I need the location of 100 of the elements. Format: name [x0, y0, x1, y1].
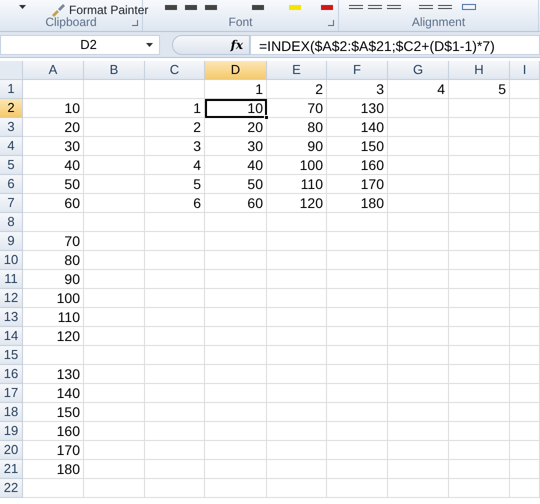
row-header[interactable]: 14	[0, 327, 23, 346]
active-cell[interactable]: 10	[205, 99, 267, 118]
table-cell	[449, 422, 510, 441]
column-header[interactable]: F	[327, 61, 388, 80]
table-cell	[327, 384, 388, 403]
row-header[interactable]: 13	[0, 308, 23, 327]
fill-handle[interactable]	[264, 115, 269, 120]
row-header[interactable]: 22	[0, 479, 23, 498]
row-header[interactable]: 9	[0, 232, 23, 251]
table-cell	[84, 327, 145, 346]
table-cell: 30	[23, 137, 84, 156]
table-cell	[388, 422, 449, 441]
table-cell	[84, 194, 145, 213]
row-header[interactable]: 15	[0, 346, 23, 365]
table-cell	[449, 99, 510, 118]
row-header[interactable]: 16	[0, 365, 23, 384]
table-cell: 30	[205, 137, 267, 156]
table-cell	[145, 251, 205, 270]
table-cell	[267, 346, 327, 365]
table-cell	[449, 346, 510, 365]
launcher-icon[interactable]	[132, 20, 138, 26]
row-header[interactable]: 2	[0, 99, 23, 118]
table-cell	[388, 289, 449, 308]
table-cell	[327, 365, 388, 384]
table-cell	[449, 460, 510, 479]
table-cell	[205, 327, 267, 346]
row-header[interactable]: 4	[0, 137, 23, 156]
table-cell	[449, 213, 510, 232]
row-header[interactable]: 5	[0, 156, 23, 175]
table-cell: 20	[205, 118, 267, 137]
row-header[interactable]: 11	[0, 270, 23, 289]
row-header[interactable]: 3	[0, 118, 23, 137]
table-cell	[267, 365, 327, 384]
table-cell	[388, 194, 449, 213]
table-cell	[84, 137, 145, 156]
column-header[interactable]: E	[267, 61, 327, 80]
column-header[interactable]: G	[388, 61, 449, 80]
row-header[interactable]: 17	[0, 384, 23, 403]
table-cell: 180	[23, 460, 84, 479]
table-cell	[145, 270, 205, 289]
row-header[interactable]: 8	[0, 213, 23, 232]
launcher-icon[interactable]	[328, 20, 334, 26]
table-cell	[84, 289, 145, 308]
column-header[interactable]: A	[23, 61, 84, 80]
table-cell	[388, 232, 449, 251]
table-cell	[205, 479, 267, 498]
name-box[interactable]: D2	[0, 34, 160, 54]
table-cell	[327, 213, 388, 232]
table-cell	[84, 441, 145, 460]
table-cell: 100	[267, 156, 327, 175]
table-cell	[388, 213, 449, 232]
formula-field[interactable]: =INDEX($A$2:$A$21;$C2+(D$1-1)*7)	[250, 34, 540, 54]
table-cell	[145, 460, 205, 479]
column-header[interactable]: I	[510, 61, 540, 80]
align-center-icon[interactable]	[368, 5, 382, 9]
row-header[interactable]: 6	[0, 175, 23, 194]
table-cell	[449, 156, 510, 175]
table-cell: 50	[23, 175, 84, 194]
table-cell: 70	[267, 99, 327, 118]
table-cell: 4	[145, 156, 205, 175]
row-header[interactable]: 1	[0, 80, 23, 99]
table-cell: 80	[267, 118, 327, 137]
table-cell	[510, 156, 540, 175]
table-cell	[267, 308, 327, 327]
table-cell	[205, 460, 267, 479]
table-cell	[388, 118, 449, 137]
table-cell: 6	[145, 194, 205, 213]
row-header[interactable]: 12	[0, 289, 23, 308]
table-cell	[84, 118, 145, 137]
table-cell	[327, 346, 388, 365]
table-cell: 110	[23, 308, 84, 327]
column-header[interactable]: B	[84, 61, 145, 80]
row-header[interactable]: 18	[0, 403, 23, 422]
row-header[interactable]: 20	[0, 441, 23, 460]
align-right-icon[interactable]	[387, 5, 401, 9]
group-label: Font	[228, 15, 252, 31]
row-header[interactable]: 10	[0, 251, 23, 270]
table-cell	[510, 441, 540, 460]
table-cell: 3	[327, 80, 388, 99]
format-painter-button[interactable]: Format Painter	[50, 3, 148, 17]
table-cell	[205, 441, 267, 460]
column-header[interactable]: D	[205, 61, 267, 80]
row-header[interactable]: 19	[0, 422, 23, 441]
dropdown-arrow-icon[interactable]	[146, 42, 153, 46]
table-cell: 2	[267, 80, 327, 99]
insert-function-button[interactable]: fx	[230, 36, 243, 54]
column-header[interactable]: H	[449, 61, 510, 80]
dropdown-arrow-icon[interactable]	[19, 5, 26, 9]
table-cell	[84, 460, 145, 479]
table-cell: 100	[23, 289, 84, 308]
table-cell	[510, 194, 540, 213]
column-header[interactable]: C	[145, 61, 205, 80]
table-cell	[449, 137, 510, 156]
table-cell	[145, 80, 205, 99]
row-header[interactable]: 21	[0, 460, 23, 479]
table-cell	[388, 346, 449, 365]
table-cell	[510, 365, 540, 384]
align-left-icon[interactable]	[349, 5, 363, 9]
table-cell	[510, 99, 540, 118]
row-header[interactable]: 7	[0, 194, 23, 213]
